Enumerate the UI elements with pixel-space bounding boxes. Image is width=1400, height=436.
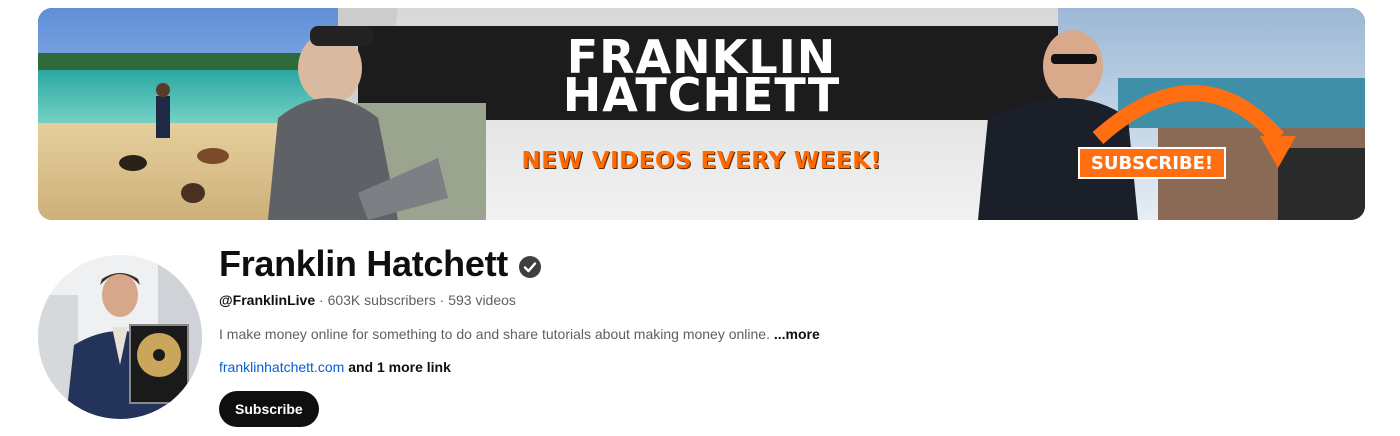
meta-separator: · <box>315 292 328 308</box>
description-text: I make money online for something to do … <box>219 326 770 342</box>
meta-separator: · <box>435 292 449 308</box>
channel-name: Franklin Hatchett <box>219 243 508 284</box>
banner-subscribe-graphic: SUBSCRIBE! <box>1078 147 1226 179</box>
subscribe-button[interactable]: Subscribe <box>219 391 319 427</box>
channel-avatar[interactable] <box>38 255 202 419</box>
channel-meta: @FranklinLive · 603K subscribers · 593 v… <box>219 292 516 308</box>
channel-links: franklinhatchett.com and 1 more link <box>219 359 451 375</box>
channel-website-link[interactable]: franklinhatchett.com <box>219 359 344 375</box>
description-more-link[interactable]: ...more <box>774 326 820 342</box>
verified-check-icon <box>518 256 541 278</box>
video-count: 593 videos <box>448 292 516 308</box>
channel-title-row: Franklin Hatchett <box>219 240 1119 288</box>
channel-banner: FRANKLIN HATCHETT NEW VIDEOS EVERY WEEK!… <box>38 8 1365 220</box>
more-links-link[interactable]: and 1 more link <box>348 359 451 375</box>
banner-title-line2: HATCHETT <box>562 68 841 122</box>
avatar-photo <box>38 255 202 419</box>
channel-description[interactable]: I make money online for something to do … <box>219 326 820 342</box>
channel-info: Franklin Hatchett @FranklinLive · 603K s… <box>219 240 1119 427</box>
channel-handle: @FranklinLive <box>219 292 316 308</box>
subscriber-count: 603K subscribers <box>327 292 436 308</box>
